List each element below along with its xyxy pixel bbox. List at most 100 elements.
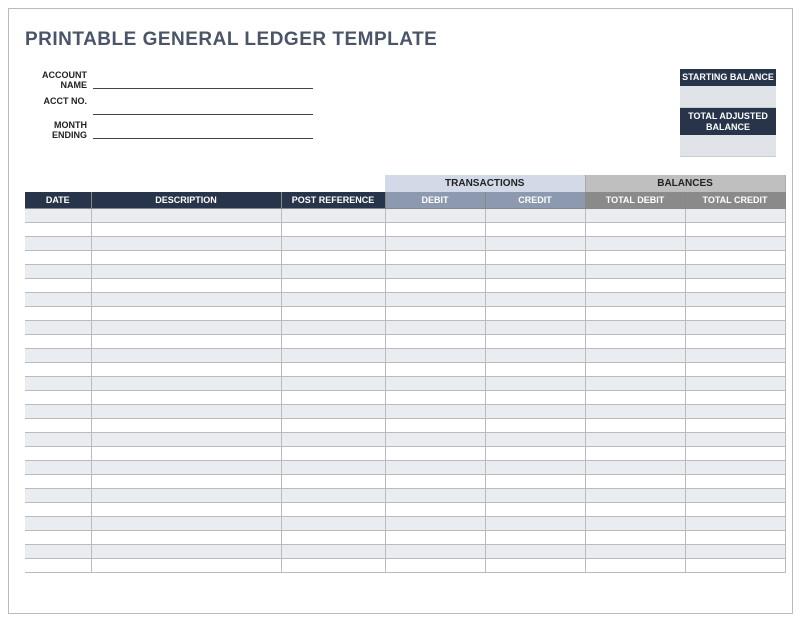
cell-total-debit[interactable] — [585, 419, 685, 433]
cell-credit[interactable] — [485, 321, 585, 335]
cell-total-debit[interactable] — [585, 545, 685, 559]
cell-post-reference[interactable] — [281, 307, 385, 321]
cell-total-credit[interactable] — [685, 475, 785, 489]
cell-total-debit[interactable] — [585, 377, 685, 391]
cell-post-reference[interactable] — [281, 279, 385, 293]
cell-credit[interactable] — [485, 251, 585, 265]
cell-debit[interactable] — [385, 447, 485, 461]
cell-credit[interactable] — [485, 489, 585, 503]
cell-total-credit[interactable] — [685, 419, 785, 433]
cell-credit[interactable] — [485, 363, 585, 377]
cell-date[interactable] — [25, 363, 91, 377]
cell-post-reference[interactable] — [281, 251, 385, 265]
cell-debit[interactable] — [385, 349, 485, 363]
cell-post-reference[interactable] — [281, 209, 385, 223]
input-acct-no[interactable] — [93, 95, 313, 115]
cell-date[interactable] — [25, 559, 91, 573]
cell-debit[interactable] — [385, 335, 485, 349]
cell-total-credit[interactable] — [685, 503, 785, 517]
cell-total-debit[interactable] — [585, 307, 685, 321]
cell-credit[interactable] — [485, 517, 585, 531]
cell-total-debit[interactable] — [585, 391, 685, 405]
cell-post-reference[interactable] — [281, 545, 385, 559]
cell-debit[interactable] — [385, 209, 485, 223]
input-account-name[interactable] — [93, 69, 313, 89]
cell-post-reference[interactable] — [281, 223, 385, 237]
cell-debit[interactable] — [385, 489, 485, 503]
cell-total-credit[interactable] — [685, 517, 785, 531]
cell-description[interactable] — [91, 251, 281, 265]
cell-description[interactable] — [91, 531, 281, 545]
cell-description[interactable] — [91, 237, 281, 251]
cell-total-credit[interactable] — [685, 433, 785, 447]
cell-description[interactable] — [91, 461, 281, 475]
cell-description[interactable] — [91, 307, 281, 321]
cell-date[interactable] — [25, 419, 91, 433]
cell-total-credit[interactable] — [685, 405, 785, 419]
cell-date[interactable] — [25, 209, 91, 223]
cell-total-credit[interactable] — [685, 265, 785, 279]
cell-total-debit[interactable] — [585, 461, 685, 475]
cell-post-reference[interactable] — [281, 517, 385, 531]
cell-post-reference[interactable] — [281, 363, 385, 377]
cell-credit[interactable] — [485, 447, 585, 461]
cell-date[interactable] — [25, 433, 91, 447]
cell-description[interactable] — [91, 503, 281, 517]
cell-date[interactable] — [25, 349, 91, 363]
cell-post-reference[interactable] — [281, 433, 385, 447]
cell-post-reference[interactable] — [281, 391, 385, 405]
cell-credit[interactable] — [485, 335, 585, 349]
cell-total-debit[interactable] — [585, 433, 685, 447]
cell-total-debit[interactable] — [585, 237, 685, 251]
cell-description[interactable] — [91, 349, 281, 363]
cell-debit[interactable] — [385, 377, 485, 391]
cell-debit[interactable] — [385, 279, 485, 293]
cell-date[interactable] — [25, 531, 91, 545]
cell-total-credit[interactable] — [685, 559, 785, 573]
cell-debit[interactable] — [385, 461, 485, 475]
cell-total-debit[interactable] — [585, 489, 685, 503]
cell-description[interactable] — [91, 475, 281, 489]
cell-credit[interactable] — [485, 503, 585, 517]
cell-post-reference[interactable] — [281, 293, 385, 307]
cell-post-reference[interactable] — [281, 419, 385, 433]
cell-credit[interactable] — [485, 209, 585, 223]
cell-total-credit[interactable] — [685, 531, 785, 545]
cell-description[interactable] — [91, 335, 281, 349]
cell-debit[interactable] — [385, 517, 485, 531]
cell-total-credit[interactable] — [685, 251, 785, 265]
cell-debit[interactable] — [385, 293, 485, 307]
cell-date[interactable] — [25, 279, 91, 293]
cell-total-credit[interactable] — [685, 363, 785, 377]
cell-total-debit[interactable] — [585, 349, 685, 363]
cell-debit[interactable] — [385, 433, 485, 447]
cell-debit[interactable] — [385, 405, 485, 419]
cell-date[interactable] — [25, 503, 91, 517]
cell-total-credit[interactable] — [685, 237, 785, 251]
cell-total-credit[interactable] — [685, 279, 785, 293]
cell-debit[interactable] — [385, 503, 485, 517]
cell-debit[interactable] — [385, 237, 485, 251]
cell-debit[interactable] — [385, 307, 485, 321]
cell-date[interactable] — [25, 335, 91, 349]
cell-description[interactable] — [91, 559, 281, 573]
cell-credit[interactable] — [485, 279, 585, 293]
cell-date[interactable] — [25, 545, 91, 559]
cell-credit[interactable] — [485, 559, 585, 573]
cell-post-reference[interactable] — [281, 503, 385, 517]
cell-post-reference[interactable] — [281, 475, 385, 489]
cell-date[interactable] — [25, 307, 91, 321]
cell-description[interactable] — [91, 545, 281, 559]
cell-total-credit[interactable] — [685, 209, 785, 223]
cell-credit[interactable] — [485, 419, 585, 433]
cell-total-debit[interactable] — [585, 503, 685, 517]
cell-description[interactable] — [91, 489, 281, 503]
cell-post-reference[interactable] — [281, 559, 385, 573]
cell-post-reference[interactable] — [281, 447, 385, 461]
cell-description[interactable] — [91, 447, 281, 461]
cell-total-debit[interactable] — [585, 223, 685, 237]
cell-date[interactable] — [25, 475, 91, 489]
cell-date[interactable] — [25, 265, 91, 279]
cell-date[interactable] — [25, 517, 91, 531]
cell-credit[interactable] — [485, 223, 585, 237]
